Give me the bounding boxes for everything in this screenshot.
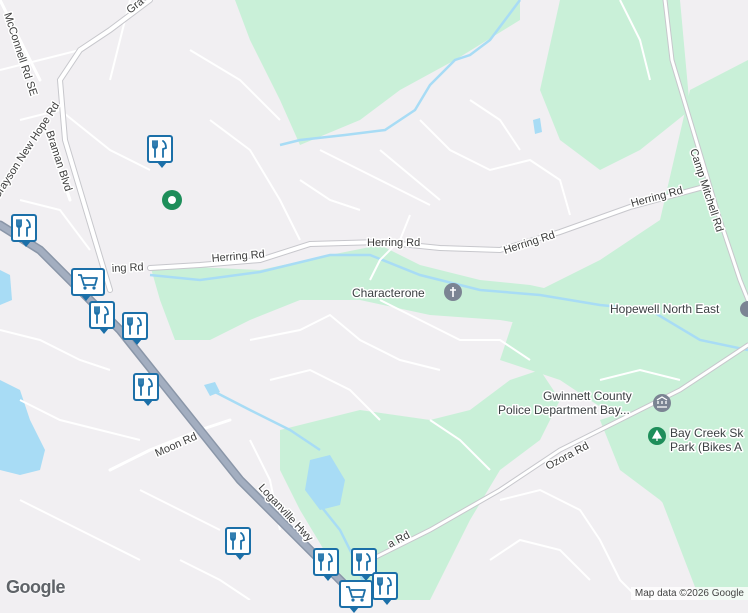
street-26	[179, 559, 251, 600]
street-4	[209, 119, 301, 241]
street-22	[299, 179, 361, 211]
road-label-mcconnell: McConnell Rd SE	[1, 11, 39, 97]
road-label-moon: Moon Rd	[153, 431, 199, 460]
fork-knife-icon	[16, 219, 32, 237]
street-17	[489, 538, 591, 581]
grocery-marker-2[interactable]	[339, 580, 373, 613]
street-8	[469, 99, 521, 151]
street-6	[379, 149, 441, 201]
place-label-hopewell-north-east[interactable]: Hopewell North East	[609, 301, 722, 318]
restaurant-marker-9[interactable]	[372, 572, 398, 605]
park-area-north	[235, 0, 520, 145]
street-10	[249, 313, 441, 371]
pond-north-small	[533, 118, 542, 134]
road-label-herring-east-a: Herring Rd	[502, 229, 556, 257]
street-14	[19, 499, 141, 561]
place-label-park-line2[interactable]: Park (Bikes A	[669, 439, 744, 456]
fork-knife-icon	[127, 317, 143, 335]
fork-knife-icon	[377, 577, 393, 595]
fork-knife-icon	[230, 532, 246, 550]
restaurant-marker-4[interactable]	[122, 312, 148, 345]
street-21	[109, 0, 131, 81]
google-logo: Google	[6, 577, 66, 597]
road-label-herring-west-partial: ing Rd	[112, 261, 144, 275]
fork-knife-icon	[356, 553, 372, 571]
place-label-park-line1[interactable]: Bay Creek Sk	[669, 425, 746, 442]
place-label-police-line1[interactable]: Gwinnett County	[542, 388, 634, 405]
street-15	[139, 489, 221, 531]
park-marker-icon[interactable]	[162, 190, 182, 210]
street-24	[19, 399, 141, 441]
street-13	[0, 329, 111, 371]
fork-knife-icon	[94, 306, 110, 324]
restaurant-marker-2[interactable]	[11, 214, 37, 247]
restaurant-marker-3[interactable]	[89, 301, 115, 334]
fork-knife-icon	[318, 553, 334, 571]
fork-knife-icon	[138, 378, 154, 396]
grocery-marker-1[interactable]	[71, 268, 105, 301]
restaurant-marker-6[interactable]	[225, 527, 251, 560]
road-label-herring-center: Herring Rd	[367, 237, 420, 249]
park-area-bay-creek	[600, 400, 748, 560]
restaurant-marker-7[interactable]	[313, 548, 339, 581]
shopping-cart-icon	[345, 585, 367, 603]
fork-knife-icon	[152, 140, 168, 158]
street-7	[419, 119, 571, 216]
park-icon[interactable]	[648, 427, 666, 445]
map-canvas[interactable]: Gra McConnell Rd SE Grayson New Hope Rd …	[0, 0, 748, 600]
place-label-police-line2[interactable]: Police Department Bay...	[497, 402, 632, 419]
restaurant-marker-5[interactable]	[133, 373, 159, 406]
place-label-characterone[interactable]: Characterone	[351, 285, 427, 302]
restaurant-marker-1[interactable]	[147, 135, 173, 168]
shopping-cart-icon	[77, 273, 99, 291]
church-icon[interactable]	[444, 283, 462, 301]
map-attribution[interactable]: Map data ©2026 Google	[630, 587, 748, 600]
lake-west	[0, 380, 45, 475]
street-16	[499, 488, 641, 600]
pond-west-small	[0, 270, 12, 305]
government-building-icon[interactable]	[653, 394, 671, 412]
